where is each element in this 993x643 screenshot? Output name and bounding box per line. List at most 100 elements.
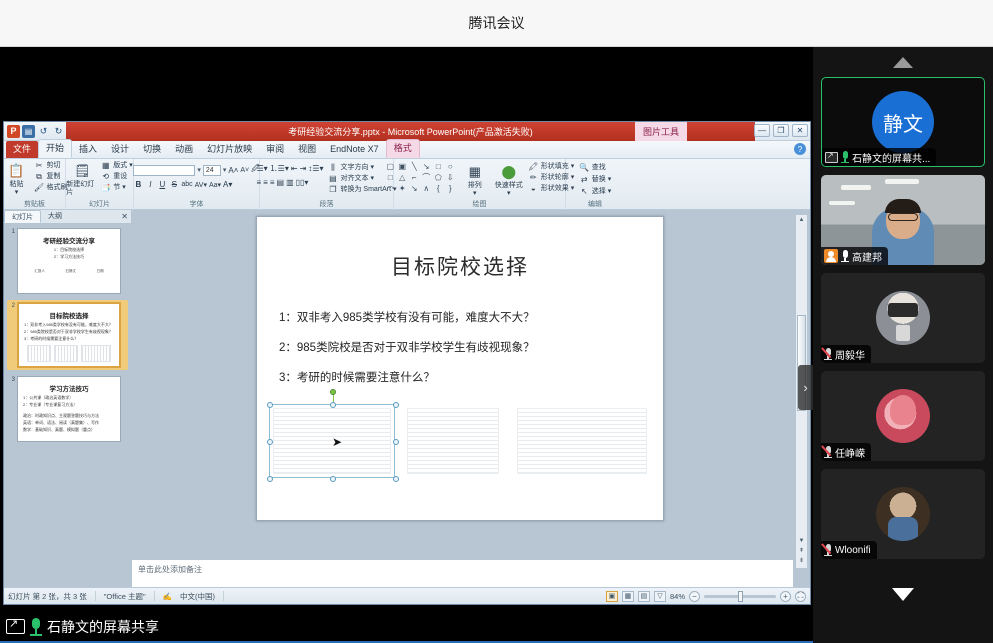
thumbnail-tabs[interactable]: 幻灯片 大纲 ✕ — [4, 210, 131, 224]
slide-bullet[interactable]: 3：考研的时候需要注意什么？ — [279, 369, 641, 385]
ribbon-tab-endnote[interactable]: EndNote X7 — [323, 141, 386, 158]
cut-button[interactable]: ✂ 剪切 — [34, 161, 68, 171]
scroll-up-arrow[interactable]: ▲ — [797, 216, 806, 225]
participant-tile-wloonifi[interactable]: Wloonifi — [821, 469, 985, 559]
justify-button[interactable]: ▤ — [277, 178, 285, 187]
reset-button[interactable]: ⟲ 重设 — [100, 172, 133, 182]
shape-oval-icon[interactable]: ○ — [445, 162, 456, 172]
resize-handle-nw[interactable] — [267, 402, 273, 408]
shape-square-icon[interactable]: □ — [433, 162, 444, 172]
participant-tile-shijingwen[interactable]: 静文 石静文的屏幕共... — [821, 77, 985, 167]
resize-handle-ne[interactable] — [393, 402, 399, 408]
thumbnail-preview[interactable]: 考研经验交流分享 1：目标院校选择 2：学习方法技巧 汇报人石静文日期 — [17, 228, 121, 294]
quick-styles-button[interactable]: ⬤ 快速样式 ▾ — [494, 162, 524, 198]
view-reading-button[interactable]: ▤ — [638, 591, 650, 602]
ribbon-tab-slideshow[interactable]: 幻灯片放映 — [200, 141, 259, 158]
font-size-select[interactable]: 24 — [203, 165, 221, 176]
shape-star-icon[interactable]: ✦ — [397, 184, 408, 194]
shape-down-arrow-icon[interactable]: ⇩ — [445, 173, 456, 183]
thumbnail-slide-3[interactable]: 3 学习方法技巧 1：公共课（政治英语数学） 2：专业课（专业课复习方法） 政治… — [7, 376, 128, 442]
thumbnail-preview[interactable]: 学习方法技巧 1：公共课（政治英语数学） 2：专业课（专业课复习方法） 政治：时… — [17, 376, 121, 442]
font-family-dropdown-icon[interactable]: ▾ — [197, 166, 201, 174]
decrease-indent-button[interactable]: ⇤ — [291, 164, 298, 173]
bold-button[interactable]: B — [133, 180, 143, 189]
shape-rect-icon[interactable]: ▢ — [385, 162, 396, 172]
close-panel-icon[interactable]: ✕ — [121, 212, 128, 221]
thumbnail-preview[interactable]: 目标院校选择 1：双非考入985类学校有没有可能，难度大不大？ 2：985类院校… — [17, 302, 121, 368]
character-spacing-button[interactable]: AV▾ — [195, 181, 207, 189]
quick-styles-dropdown-icon[interactable]: ▾ — [507, 190, 511, 198]
help-icon[interactable]: ? — [794, 143, 806, 155]
numbering-button[interactable]: ⒈☰▾ — [270, 163, 289, 174]
resize-handle-s[interactable] — [330, 476, 336, 482]
resize-handle-n[interactable] — [330, 402, 336, 408]
slide-bullet[interactable]: 1：双非考入985类学校有没有可能，难度大不大？ — [279, 309, 641, 325]
thumbnail-slide-1[interactable]: 1 考研经验交流分享 1：目标院校选择 2：学习方法技巧 汇报人石静文日期 — [7, 228, 128, 294]
select-button[interactable]: ↖ 选择▾ — [579, 187, 612, 197]
ribbon-tab-file[interactable]: 文件 — [6, 141, 38, 158]
ribbon-tab-strip[interactable]: 文件 开始 插入 设计 切换 动画 幻灯片放映 审阅 视图 EndNote X7… — [4, 141, 810, 159]
view-slide-sorter-button[interactable]: ▦ — [622, 591, 634, 602]
zoom-in-button[interactable]: + — [780, 591, 791, 602]
slide-title[interactable]: 目标院校选择 — [257, 251, 663, 281]
rotation-handle[interactable] — [330, 389, 336, 395]
italic-button[interactable]: I — [145, 180, 155, 189]
resize-handle-e[interactable] — [393, 439, 399, 445]
slide-bullet[interactable]: 2：985类院校是否对于双非学校学生有歧视现象？ — [279, 339, 641, 355]
shape-triangle-icon[interactable]: △ — [397, 173, 408, 183]
decrease-font-size-button[interactable]: A˅ — [240, 167, 249, 174]
zoom-slider-knob[interactable] — [738, 591, 743, 602]
shape-arrow-icon[interactable]: ↘ — [421, 162, 432, 172]
shape-square2-icon[interactable]: □ — [385, 173, 396, 183]
next-slide-button[interactable]: ⇟ — [797, 557, 806, 566]
window-controls[interactable]: — ❐ ✕ — [754, 124, 808, 137]
ribbon-tab-review[interactable]: 审阅 — [259, 141, 291, 158]
shape-line-icon[interactable]: ╲ — [409, 162, 420, 172]
strikethrough-button[interactable]: abc — [181, 181, 192, 188]
shape-rounded-icon[interactable]: ▣ — [397, 162, 408, 172]
shape-freeform-icon[interactable]: ∧ — [421, 184, 432, 194]
notes-pane[interactable]: 单击此处添加备注 — [132, 559, 793, 587]
shapes-gallery[interactable]: ▢ ▣ ╲ ↘ □ ○ □ △ ⌐ ⌒ ⬠ ⇩ ◠ — [385, 162, 456, 194]
redo-icon[interactable]: ↻ — [52, 125, 65, 138]
underline-button[interactable]: U — [157, 180, 167, 189]
columns-button[interactable]: ▯▯▾ — [296, 178, 309, 187]
scroll-down-arrow[interactable]: ▼ — [797, 537, 806, 546]
shape-elbow-icon[interactable]: ⌐ — [409, 173, 420, 183]
increase-indent-button[interactable]: ⇥ — [300, 164, 307, 173]
participant-tile-zhouyihua[interactable]: 周毅华 — [821, 273, 985, 363]
slide-table-image-2[interactable] — [407, 408, 499, 474]
image-selection-frame[interactable]: ➤ — [269, 404, 395, 478]
find-button[interactable]: 🔍 查找 — [579, 163, 612, 173]
align-left-button[interactable]: ≡ — [256, 178, 261, 187]
layout-button[interactable]: ▦ 版式▾ — [100, 161, 133, 171]
ribbon-tab-view[interactable]: 视图 — [291, 141, 323, 158]
thumbnail-list[interactable]: 1 考研经验交流分享 1：目标院校选择 2：学习方法技巧 汇报人石静文日期 — [4, 224, 131, 587]
slide-table-image-3[interactable] — [517, 408, 647, 474]
shape-pentagon-icon[interactable]: ⬠ — [433, 173, 444, 183]
save-icon[interactable]: ▤ — [22, 125, 35, 138]
slide-edit-area[interactable]: 目标院校选择 1：双非考入985类学校有没有可能，难度大不大？ 2：985类院校… — [132, 210, 810, 587]
shadow-button[interactable]: S — [169, 180, 179, 189]
view-normal-button[interactable]: ▣ — [606, 591, 618, 602]
line-spacing-button[interactable]: ↕☰▾ — [308, 164, 323, 173]
section-button[interactable]: 📑 节▾ — [100, 183, 133, 193]
shape-cloud-icon[interactable]: ◠ — [385, 184, 396, 194]
collapse-video-panel-button[interactable]: › — [798, 365, 813, 410]
fit-slide-to-window-button[interactable]: ⛶ — [795, 591, 806, 602]
zoom-slider[interactable] — [704, 595, 776, 598]
resize-handle-w[interactable] — [267, 439, 273, 445]
shape-brace-right-icon[interactable]: } — [445, 184, 456, 194]
ribbon-tab-animations[interactable]: 动画 — [168, 141, 200, 158]
ribbon-tab-format[interactable]: 格式 — [386, 139, 420, 158]
format-painter-button[interactable]: 🖌 格式刷 — [34, 183, 68, 193]
increase-font-size-button[interactable]: A˄ — [228, 166, 238, 175]
shape-curve-icon[interactable]: ⌒ — [421, 173, 432, 183]
font-size-dropdown-icon[interactable]: ▾ — [223, 166, 227, 174]
ribbon-tab-design[interactable]: 设计 — [104, 141, 136, 158]
font-color-button[interactable]: A▾ — [223, 180, 232, 189]
ribbon-tab-transitions[interactable]: 切换 — [136, 141, 168, 158]
undo-icon[interactable]: ↺ — [37, 125, 50, 138]
close-button[interactable]: ✕ — [792, 124, 808, 137]
distribute-button[interactable]: ▥ — [286, 178, 294, 187]
